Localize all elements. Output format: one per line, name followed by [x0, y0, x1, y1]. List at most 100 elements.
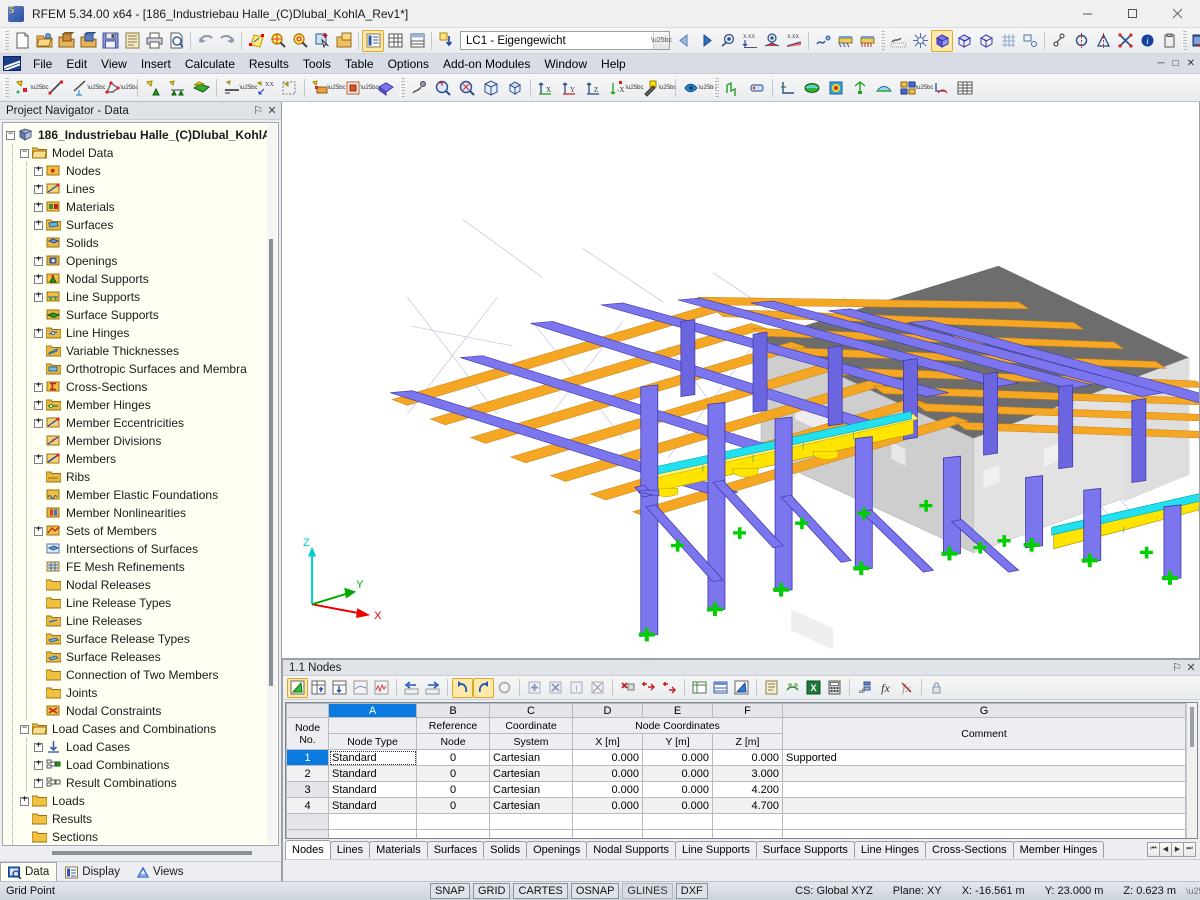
minimize-button[interactable] — [1065, 0, 1110, 28]
contour-icon[interactable] — [824, 76, 848, 100]
menu-window[interactable]: Window — [537, 55, 594, 73]
cell-empty[interactable] — [416, 813, 490, 830]
status-toggle-dxf[interactable]: DXF — [675, 883, 708, 899]
cell-empty[interactable] — [572, 829, 643, 838]
cell-node-no[interactable]: 3 — [286, 781, 329, 798]
expand-icon[interactable] — [34, 328, 43, 338]
cell-z[interactable]: 0.000 — [712, 749, 783, 766]
snap-object-icon[interactable] — [1019, 30, 1041, 52]
table-tab-nodal-supports[interactable]: Nodal Supports — [586, 840, 677, 858]
table-row[interactable]: 1 Standard 0 Cartesian 0.000 0.000 0.000 Suppor… — [286, 749, 1186, 766]
table-view-icon[interactable] — [362, 29, 384, 52]
expand-icon[interactable] — [34, 400, 43, 410]
cell-empty[interactable] — [328, 813, 417, 830]
edit-view-dropdown[interactable]: \u25bc — [659, 76, 677, 100]
new-node-dropdown[interactable]: \u25bc — [31, 76, 49, 100]
collapse-icon[interactable] — [20, 724, 29, 734]
expand-icon[interactable] — [34, 454, 43, 464]
expand-icon[interactable] — [20, 796, 29, 806]
nodes-grid-container[interactable]: A B C D E F G Node No. Reference Coordin… — [285, 702, 1198, 839]
view-3d-icon[interactable] — [479, 76, 503, 100]
tree-item-loads[interactable]: Loads — [6, 792, 278, 810]
prev-table-icon[interactable] — [401, 678, 422, 698]
fe-mesh-icon[interactable] — [909, 30, 931, 52]
navigator-pin-button[interactable]: ⚐ — [251, 104, 265, 117]
menu-tools[interactable]: Tools — [296, 55, 338, 73]
tree-item-surfaces[interactable]: Surfaces — [6, 216, 278, 234]
nodes-table-body[interactable]: 1 Standard 0 Cartesian 0.000 0.000 0.000 Suppor… — [286, 749, 1186, 838]
tree-item-sets-of-members[interactable]: Sets of Members — [6, 522, 278, 540]
table-tab-nodes[interactable]: Nodes — [285, 839, 331, 859]
tree-item-load-cases[interactable]: Load Cases — [6, 738, 278, 756]
column-header-g[interactable]: G — [782, 703, 1186, 718]
table-tab-solids[interactable]: Solids — [483, 840, 528, 858]
tree-item-openings[interactable]: Openings — [6, 252, 278, 270]
dlubal-center-icon[interactable] — [1189, 30, 1200, 52]
grid-vertical-scrollbar[interactable] — [1186, 703, 1197, 838]
view-z-icon[interactable]: Z — [582, 76, 606, 100]
result-values-icon[interactable] — [761, 30, 783, 52]
grid-table-icon[interactable] — [953, 76, 977, 100]
mirror-axis-icon[interactable] — [1070, 30, 1092, 52]
new-dimension-dropdown[interactable]: \u25bc — [88, 76, 106, 100]
table-tab-surface-supports[interactable]: Surface Supports — [755, 840, 855, 858]
view-x-icon[interactable]: X — [534, 76, 558, 100]
column-header-e[interactable]: E — [642, 703, 713, 718]
tree-item-member-elastic-foundations[interactable]: Member Elastic Foundations — [6, 486, 278, 504]
clipboard-icon[interactable] — [1158, 30, 1180, 52]
redo-table-icon[interactable] — [473, 677, 494, 698]
view-dropdown[interactable]: \u25bc — [626, 76, 644, 100]
insert-row-icon[interactable] — [308, 678, 329, 698]
cell-empty[interactable] — [782, 829, 1186, 838]
cell-reference-node[interactable]: 0 — [416, 749, 490, 766]
mirror-plane-icon[interactable] — [1092, 30, 1114, 52]
column-header-d[interactable]: D — [572, 703, 643, 718]
table-tab-line-hinges[interactable]: Line Hinges — [853, 840, 927, 858]
menu-edit[interactable]: Edit — [59, 55, 94, 73]
tree-item-member-nonlinearities[interactable]: Member Nonlinearities — [6, 504, 278, 522]
toolbar-grip[interactable] — [4, 30, 9, 51]
tree-item-nodal-releases[interactable]: Nodal Releases — [6, 576, 278, 594]
menu-calculate[interactable]: Calculate — [178, 55, 242, 73]
select-special-icon[interactable] — [245, 30, 267, 52]
deformation-icon[interactable]: X.XX — [739, 30, 761, 52]
expand-icon[interactable] — [34, 220, 43, 230]
table-row-empty[interactable] — [286, 829, 1186, 838]
table-tab-line-supports[interactable]: Line Supports — [675, 840, 757, 858]
nodes-table[interactable]: A B C D E F G Node No. Reference Coordin… — [286, 703, 1186, 838]
load-case-selector[interactable]: LC1 - Eigengewicht \u25bc — [460, 31, 672, 50]
table-color-icon[interactable] — [710, 678, 731, 698]
mdi-close-button[interactable]: ✕ — [1184, 58, 1198, 69]
cell-z[interactable]: 3.000 — [712, 765, 783, 782]
menu-options[interactable]: Options — [381, 55, 436, 73]
toolbar-grip[interactable] — [400, 77, 405, 98]
maximize-button[interactable] — [1110, 0, 1155, 28]
collapse-icon[interactable] — [6, 130, 15, 140]
new-line-icon[interactable] — [44, 76, 68, 100]
open-model-icon[interactable] — [77, 30, 99, 52]
cell-coordinate-system[interactable]: Cartesian — [489, 765, 573, 782]
last-tab-button[interactable]: ⏭ — [1183, 841, 1196, 857]
cell-coordinate-system[interactable]: Cartesian — [489, 781, 573, 798]
chevron-down-icon[interactable]: \u25bc — [651, 32, 672, 49]
print-table-icon[interactable] — [761, 678, 782, 698]
insert-column-icon[interactable] — [329, 678, 350, 698]
tree-item-nodal-constraints[interactable]: Nodal Constraints — [6, 702, 278, 720]
cell-empty[interactable] — [712, 829, 783, 838]
cell-coordinate-system[interactable]: Cartesian — [489, 797, 573, 814]
cell-x[interactable]: 0.000 — [572, 781, 643, 798]
wireframe-icon[interactable] — [953, 30, 975, 52]
tree-item-results[interactable]: Results — [6, 810, 278, 828]
tree-item-solids[interactable]: Solids — [6, 234, 278, 252]
mdi-minimize-button[interactable]: ─ — [1154, 58, 1167, 69]
scrollbar-thumb[interactable] — [1190, 707, 1194, 747]
menu-file[interactable]: File — [26, 55, 59, 73]
tree-item-sections[interactable]: Sections — [6, 828, 278, 845]
clear-table-icon[interactable] — [587, 678, 608, 698]
expand-icon[interactable] — [34, 382, 43, 392]
menu-view[interactable]: View — [94, 55, 134, 73]
expand-icon[interactable] — [34, 742, 43, 752]
scrollbar-thumb[interactable] — [269, 239, 273, 686]
menu-addon-modules[interactable]: Add-on Modules — [436, 55, 537, 73]
delete-row-icon[interactable] — [617, 678, 638, 698]
